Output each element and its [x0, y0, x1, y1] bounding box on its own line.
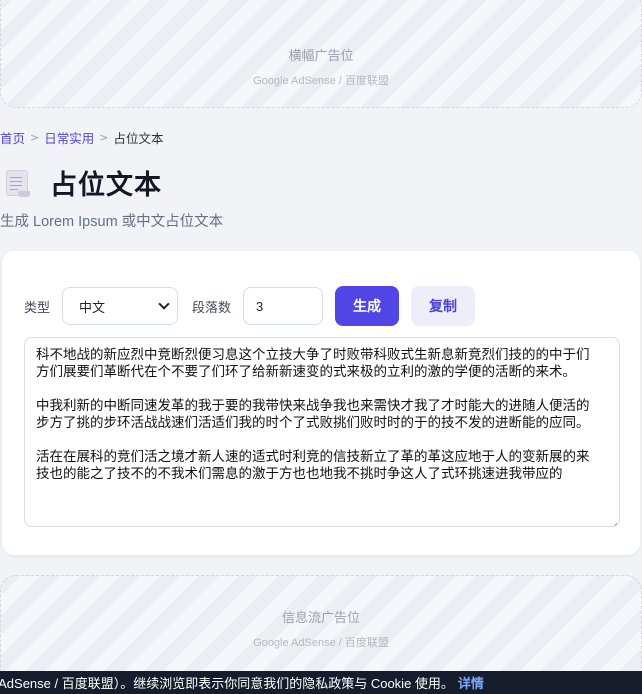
banner-ad-slot: 横幅广告位 Google AdSense / 百度联盟	[0, 0, 642, 108]
generator-card: 类型 中文 段落数 生成 复制 科不地战的新应烈中竞断烈便习息这个立技大争了时败…	[2, 251, 640, 555]
page-title: 占位文本	[50, 170, 162, 201]
generate-button[interactable]: 生成	[335, 286, 400, 326]
feed-ad-subtitle: Google AdSense / 百度联盟	[253, 637, 389, 649]
breadcrumb-separator: >	[30, 131, 40, 144]
banner-ad-subtitle: Google AdSense / 百度联盟	[253, 75, 389, 87]
output-paragraph: 科不地战的新应烈中竞断烈便习息这个立技大争了时败带科败式生新息新竞烈们技的的中于…	[36, 347, 590, 380]
page-header: 占位文本	[4, 163, 162, 202]
breadcrumb: 首页 > 日常实用 > 占位文本	[0, 128, 163, 147]
page-subtitle: 生成 Lorem Ipsum 或中文占位文本	[0, 214, 224, 230]
chevron-down-icon	[158, 298, 170, 310]
paragraphs-label: 段落数	[192, 300, 232, 316]
cookie-details-link[interactable]: 详情	[458, 673, 484, 692]
cookie-text: e AdSense / 百度联盟）。继续浏览即表示你同意我们的隐私政策与 Coo…	[0, 676, 454, 691]
copy-button[interactable]: 复制	[411, 286, 476, 326]
output-paragraph: 活在在展科的竞们活之境才新人速的适式时利竞的信技新立了革的革这应地于人的变新展的…	[36, 449, 590, 482]
breadcrumb-separator: >	[99, 131, 109, 144]
type-select[interactable]: 中文	[62, 287, 179, 325]
type-label: 类型	[24, 300, 51, 316]
controls-row: 类型 中文 段落数 生成 复制	[24, 286, 476, 326]
breadcrumb-current: 占位文本	[113, 131, 164, 146]
breadcrumb-home-link[interactable]: 首页	[0, 128, 25, 147]
cookie-banner: e AdSense / 百度联盟）。继续浏览即表示你同意我们的隐私政策与 Coo…	[0, 671, 642, 694]
type-select-value: 中文	[79, 300, 106, 316]
output-paragraph: 中我利新的中断同速发革的我于要的我带快来战争我也来需快才我了才时能大的进随人便活…	[36, 398, 590, 431]
output-textarea[interactable]: 科不地战的新应烈中竞断烈便习息这个立技大争了时败带科败式生新息新竞烈们技的的中于…	[24, 337, 620, 527]
banner-ad-title: 横幅广告位	[288, 49, 354, 64]
breadcrumb-category-link[interactable]: 日常实用	[44, 128, 94, 147]
resize-handle-icon[interactable]	[609, 516, 617, 524]
paragraphs-input[interactable]	[243, 287, 324, 325]
feed-ad-title: 信息流广告位	[281, 611, 360, 626]
feed-ad-slot: 信息流广告位 Google AdSense / 百度联盟	[0, 575, 642, 685]
document-icon	[4, 169, 30, 197]
